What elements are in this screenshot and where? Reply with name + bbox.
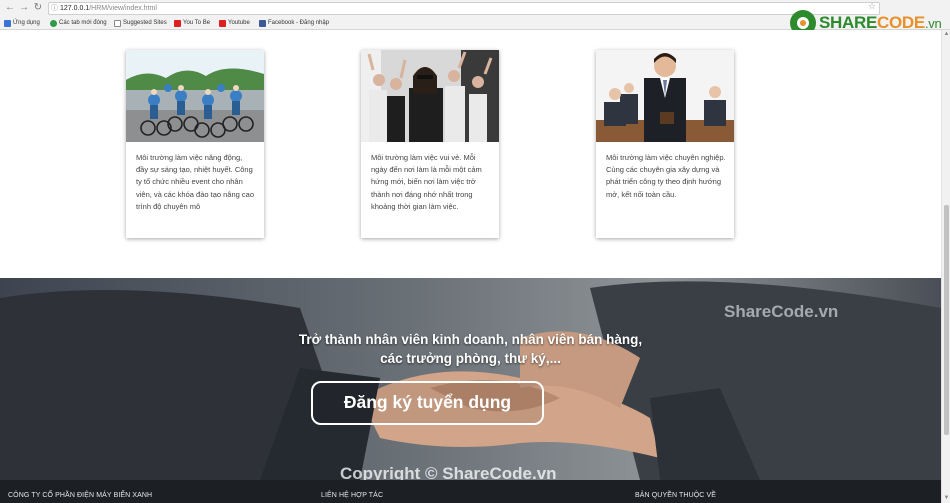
scroll-up-icon[interactable]: ▲ [942,30,950,39]
info-icon[interactable]: ⓘ [51,3,58,14]
recruitment-banner: ShareCode.vn Trở thành nhân viên kinh do… [0,278,941,480]
page-icon [114,19,121,27]
footer-copyright: BẢN QUYỀN THUỘC VỀ [635,492,717,499]
register-recruitment-button[interactable]: Đăng ký tuyển dụng [311,381,544,425]
footer-contact: LIÊN HỆ HỢP TÁC [321,492,384,499]
back-icon[interactable]: ← [4,2,16,14]
bookmark-label: Ứng dụng [13,20,40,26]
watermark-copyright: Copyright © ShareCode.vn [340,464,557,480]
cycling-event-photo [126,50,264,142]
card-text: Môi trường làm việc chuyên nghiệp. Cùng … [606,153,726,199]
scroll-thumb[interactable] [944,205,949,435]
team-celebration-photo [361,50,499,142]
page-content: Môi trường làm việc năng động, đầy sự sá… [0,30,941,503]
workplace-card-2: Môi trường làm việc vui vẻ. Mỗi ngày đến… [361,50,499,238]
bookmark-recent-tabs[interactable]: Các tab mới đóng [50,16,107,30]
logo-tld: .vn [924,16,942,31]
bookmark-you-to-be[interactable]: You To Be [174,16,210,30]
apps-grid-icon [4,19,11,27]
bookmark-youtube[interactable]: Youtube [219,16,250,30]
bookmark-facebook[interactable]: Facebook - Đăng nhập [259,16,329,30]
bookmark-label: Facebook - Đăng nhập [268,20,330,26]
reload-icon[interactable]: ↻ [32,2,44,14]
footer-company: CÔNG TY CỔ PHẦN ĐIỆN MÁY BIỂN XANH [8,492,153,499]
business-team-photo [596,50,734,142]
bookmark-label: Các tab mới đóng [59,20,107,26]
vertical-scrollbar[interactable]: ▲ ▼ [941,30,950,503]
facebook-icon [259,19,266,27]
workplace-card-1: Môi trường làm việc năng động, đầy sự sá… [126,50,264,238]
bookmark-label: Youtube [228,20,250,26]
address-bar[interactable]: ⓘ 127.0.0.1/HRM/view/index.html [48,2,880,15]
workplace-section: Môi trường làm việc năng động, đầy sự sá… [0,30,941,278]
youtube-icon [174,19,181,27]
bookmark-apps[interactable]: Ứng dụng [4,16,40,30]
url-host: 127.0.0.1 [60,5,90,12]
youtube-icon [219,19,226,27]
hero-line-2: các trưởng phòng, thư ký,... [380,351,561,366]
hero-headline: Trở thành nhân viên kinh doanh, nhân viê… [0,330,941,368]
recent-tabs-icon [50,19,57,27]
site-footer: CÔNG TY CỔ PHẦN ĐIỆN MÁY BIỂN XANH LIÊN … [0,480,941,503]
scroll-down-icon[interactable]: ▼ [942,494,950,503]
bookmark-suggested-sites[interactable]: Suggested Sites [114,16,167,30]
forward-icon[interactable]: → [18,2,30,14]
watermark-right: ShareCode.vn [724,302,839,321]
url-path: /HRM/view/index.html [89,5,157,12]
bookmark-label: Suggested Sites [123,20,167,26]
card-text: Môi trường làm việc vui vẻ. Mỗi ngày đến… [371,153,482,211]
bookmark-label: You To Be [183,20,211,26]
workplace-card-3: Môi trường làm việc chuyên nghiệp. Cùng … [596,50,734,238]
card-text: Môi trường làm việc năng động, đầy sự sá… [136,153,255,211]
hero-line-1: Trở thành nhân viên kinh doanh, nhân viê… [298,332,643,347]
